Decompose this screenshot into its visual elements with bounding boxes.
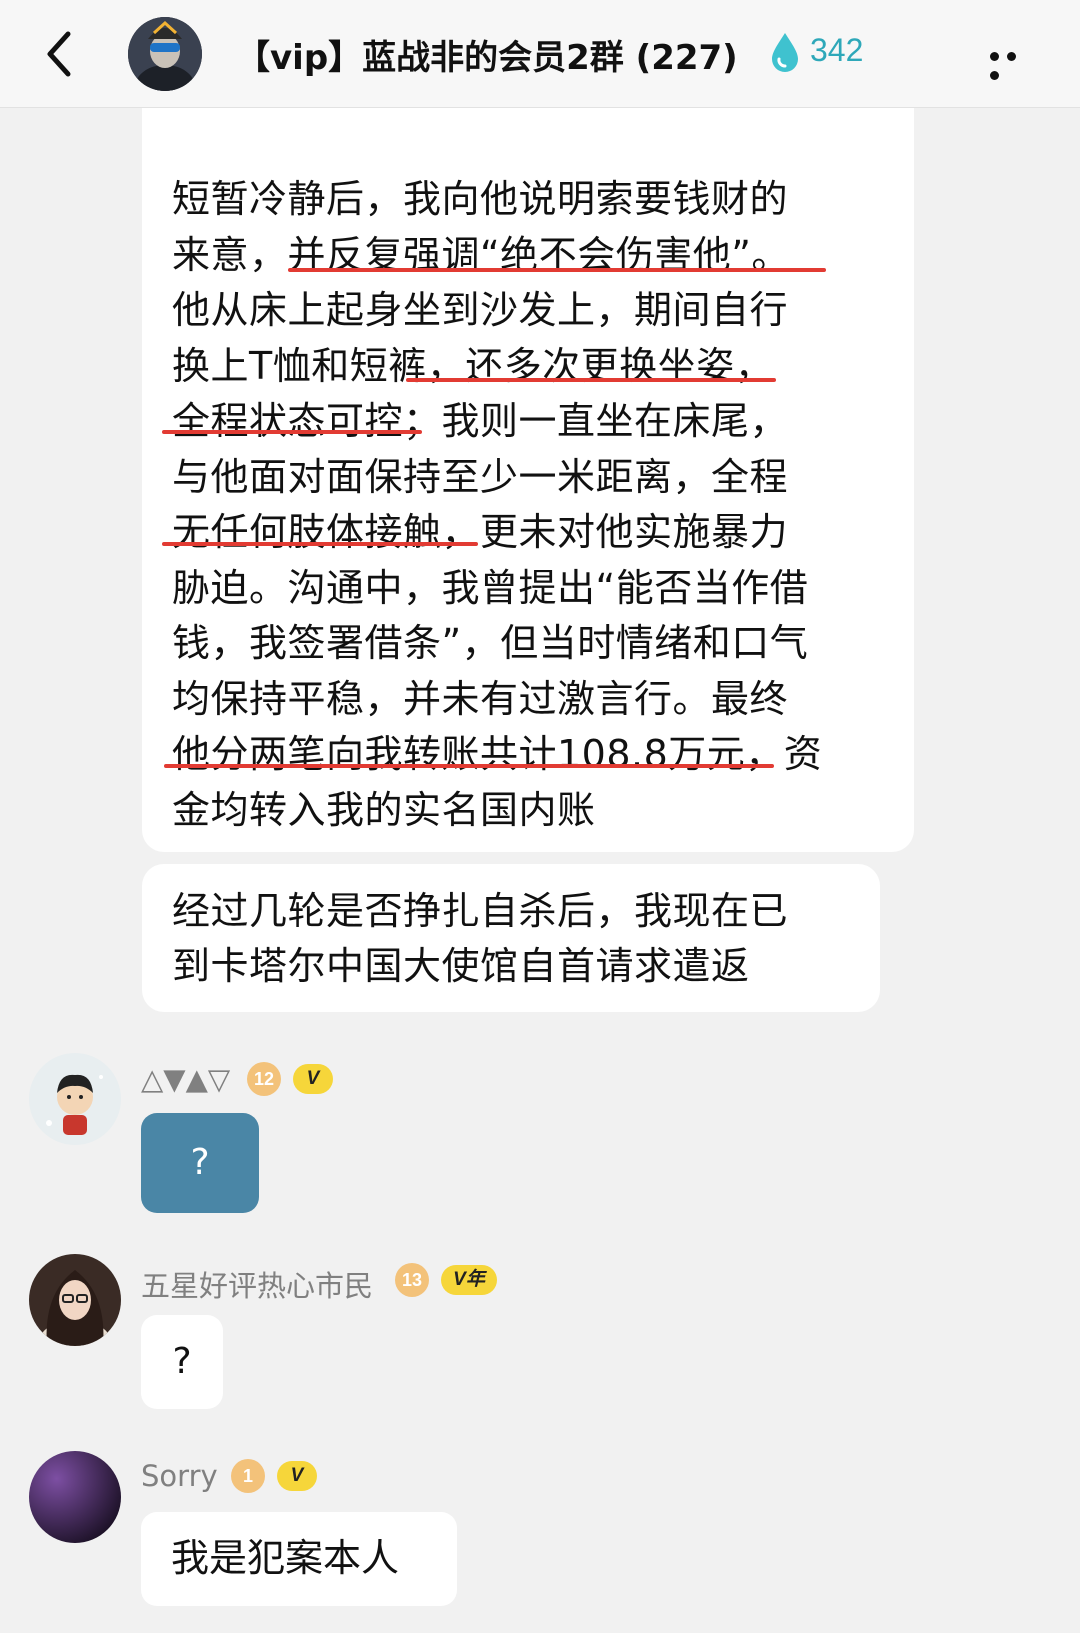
text-line: 胁迫。沟通中，我曾提出“能否当作借 bbox=[172, 565, 809, 610]
user-avatar[interactable] bbox=[29, 1254, 121, 1346]
more-dots-icon[interactable] bbox=[990, 46, 1038, 80]
red-underline bbox=[406, 378, 776, 382]
water-drop-icon bbox=[772, 33, 798, 72]
username[interactable]: 五星好评热心市民 bbox=[141, 1263, 373, 1305]
text-line: 均保持平稳，并未有过激言行。最终 bbox=[172, 676, 789, 721]
chevron-left-icon[interactable] bbox=[38, 26, 86, 82]
text-line: 钱，我签署借条”，但当时情绪和口气 bbox=[172, 621, 809, 665]
vip-badge: V bbox=[293, 1064, 333, 1094]
message-bubble: 我是犯案本人 bbox=[141, 1512, 457, 1606]
group-avatar[interactable] bbox=[128, 17, 202, 91]
message-bubble: 短暂冷静后，我向他说明索要钱财的 来意，并反复强调“绝不会伤害他”。 他从床上起… bbox=[142, 108, 914, 852]
text-line: 金均转入我的实名国内账 bbox=[172, 787, 596, 832]
username[interactable]: Sorry bbox=[141, 1459, 218, 1493]
text-line: 他分两笔向我转账共计108.8万元，资 bbox=[172, 732, 823, 776]
user-avatar[interactable] bbox=[29, 1451, 121, 1543]
message-text: 经过几轮是否挣扎自杀后，我现在已 到卡塔尔中国大使馆自首请求遣返 bbox=[172, 884, 852, 994]
text-line: 到卡塔尔中国大使馆自首请求遣返 bbox=[172, 944, 750, 988]
text-line: 短暂冷静后，我向他说明索要钱财的 bbox=[172, 177, 789, 221]
text-line: 经过几轮是否挣扎自杀后，我现在已 bbox=[172, 889, 789, 933]
level-badge: 12 bbox=[247, 1062, 281, 1096]
message-text: ? bbox=[190, 1142, 210, 1183]
message-bubble: ? bbox=[141, 1315, 223, 1409]
text-line: 他从床上起身坐到沙发上，期间自行 bbox=[172, 288, 789, 332]
text-line: 全程状态可控；我则一直坐在床尾， bbox=[172, 399, 789, 443]
level-badge: 1 bbox=[231, 1459, 265, 1493]
red-underline bbox=[164, 764, 774, 768]
group-score: 342 bbox=[810, 32, 864, 68]
vip-badge: V年 bbox=[441, 1265, 497, 1295]
text-line: 换上T恤和短裤，还多次更换坐姿， bbox=[172, 343, 774, 388]
username[interactable]: △▼▲▽ bbox=[141, 1062, 230, 1096]
text-line: 与他面对面保持至少一米距离，全程 bbox=[172, 454, 789, 499]
user-avatar[interactable] bbox=[29, 1053, 121, 1145]
red-underline bbox=[288, 268, 826, 272]
message-bubble: ? bbox=[141, 1113, 259, 1213]
text-line: 来意，并反复强调“绝不会伤害他”。 bbox=[172, 232, 790, 277]
chat-header: 【vip】蓝战非的会员2群 (227) 342 bbox=[0, 0, 1080, 108]
text-line: 无任何肢体接触，更未对他实施暴力 bbox=[172, 510, 789, 554]
red-underline bbox=[162, 430, 422, 434]
vip-badge: V bbox=[277, 1461, 317, 1491]
level-badge: 13 bbox=[395, 1263, 429, 1297]
message-text: 我是犯案本人 bbox=[171, 1536, 400, 1580]
message-text: ? bbox=[172, 1341, 192, 1382]
red-underline bbox=[162, 542, 478, 546]
group-title[interactable]: 【vip】蓝战非的会员2群 (227) bbox=[236, 30, 738, 79]
message-bubble: 经过几轮是否挣扎自杀后，我现在已 到卡塔尔中国大使馆自首请求遣返 bbox=[142, 864, 880, 1012]
